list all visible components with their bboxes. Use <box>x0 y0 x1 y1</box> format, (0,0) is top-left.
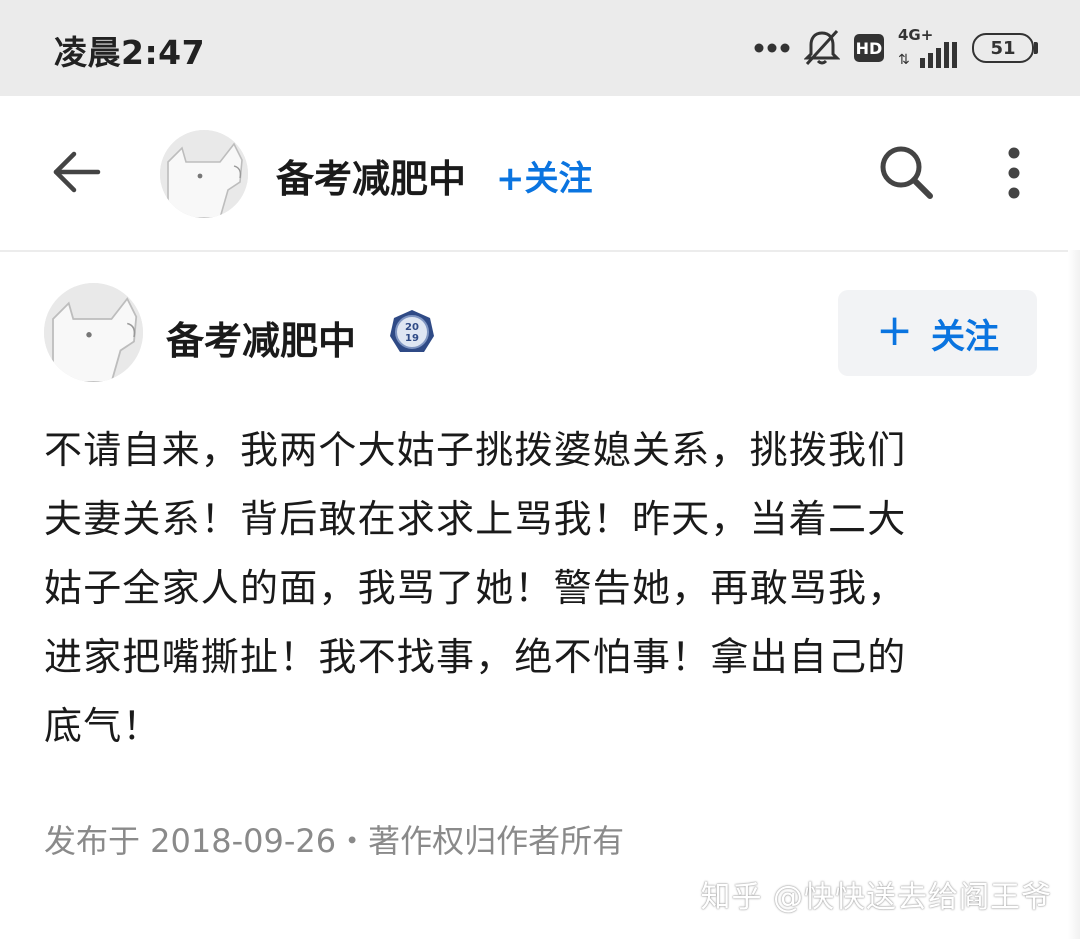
status-bar: 凌晨2:47 HD 4G+ ⇅ 51 <box>0 0 1080 96</box>
post-line: 底气！ <box>44 704 162 748</box>
badge-2019-icon[interactable]: 20 19 <box>388 308 436 356</box>
back-arrow-icon[interactable] <box>50 146 102 198</box>
nav-avatar[interactable] <box>160 130 248 218</box>
post-body: 不请自来，我两个大姑子挑拨婆媳关系，挑拨我们 夫妻关系！背后敢在求求上骂我！昨天… <box>44 416 1034 761</box>
battery-level: 51 <box>990 37 1016 59</box>
search-icon[interactable] <box>876 142 936 202</box>
mute-bell-icon <box>804 29 840 66</box>
post-meta: 发布于 2018-09-26・著作权归作者所有 <box>44 822 625 860</box>
author-name[interactable]: 备考减肥中 <box>166 310 356 365</box>
nav-title: 备考减肥中 <box>276 157 467 201</box>
post-line: 不请自来，我两个大姑子挑拨婆媳关系，挑拨我们 <box>44 428 907 472</box>
more-vertical-icon[interactable] <box>996 146 1032 200</box>
post-line: 进家把嘴撕扯！我不找事，绝不怕事！拿出自己的 <box>44 635 907 679</box>
svg-text:⇅: ⇅ <box>898 52 910 68</box>
watermark: 知乎 @快快送去给阎王爷 <box>700 880 1052 915</box>
hd-icon: HD <box>854 34 884 62</box>
signal-icon: 4G+ ⇅ <box>898 26 958 68</box>
top-nav-bar: 备考减肥中 +关注 <box>0 96 1080 252</box>
status-time: 凌晨2:47 <box>54 33 206 72</box>
post-line: 夫妻关系！背后敢在求求上骂我！昨天，当着二大 <box>44 497 907 541</box>
author-avatar[interactable] <box>44 283 143 382</box>
nav-follow-button[interactable]: +关注 <box>496 151 593 200</box>
dog-avatar-icon <box>160 130 248 218</box>
dog-avatar-icon <box>44 283 143 382</box>
post-line: 姑子全家人的面，我骂了她！警告她，再敢骂我， <box>44 566 907 610</box>
svg-text:20: 20 <box>405 322 419 333</box>
svg-text:19: 19 <box>405 333 419 344</box>
follow-label: 关注 <box>930 316 999 357</box>
plus-icon: + <box>876 305 913 356</box>
follow-button[interactable]: + 关注 <box>838 290 1037 376</box>
hd-label: HD <box>855 38 883 58</box>
scroll-edge <box>1068 250 1080 939</box>
more-dots-icon <box>754 43 790 53</box>
battery-icon: 51 <box>972 33 1038 63</box>
status-icons: HD 4G+ ⇅ 51 <box>754 26 1038 70</box>
